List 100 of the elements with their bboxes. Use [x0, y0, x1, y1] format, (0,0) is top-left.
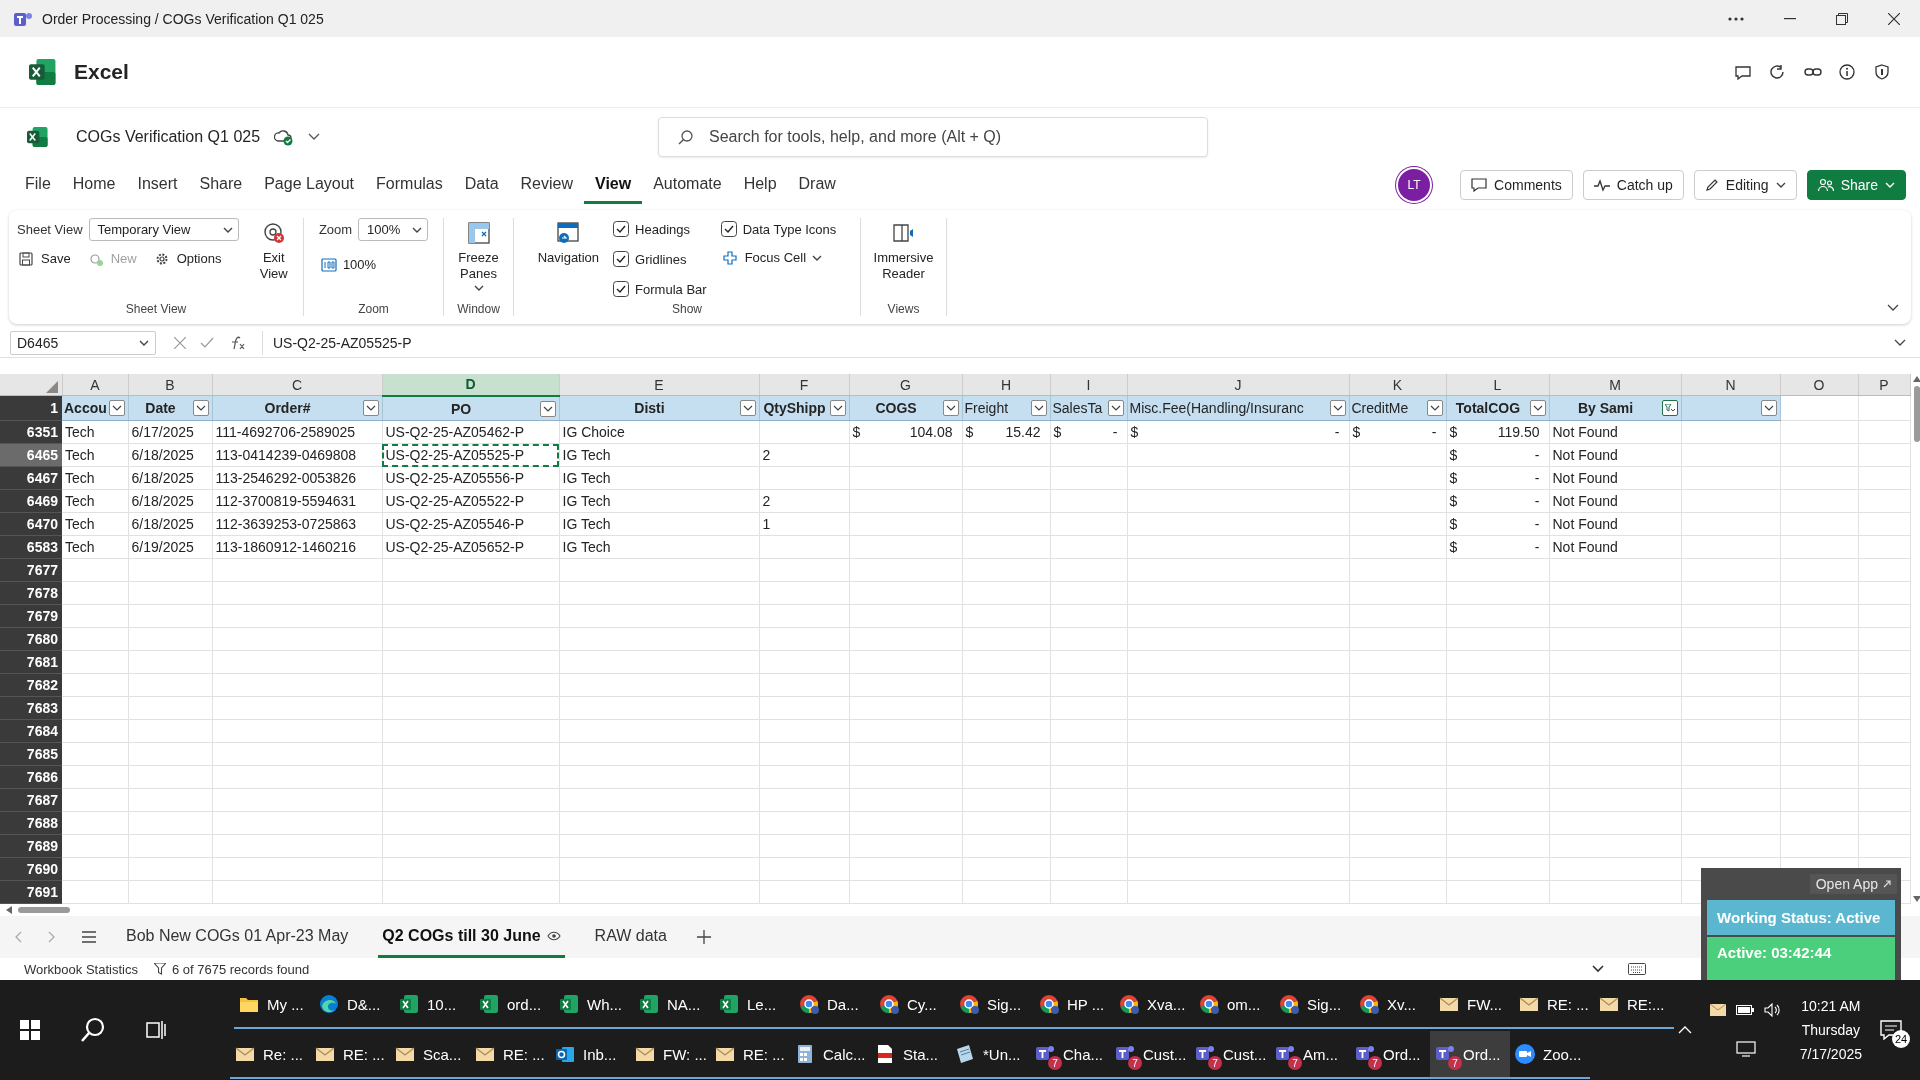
- keyboard-icon[interactable]: [1628, 963, 1646, 975]
- taskbar-item[interactable]: 10...: [394, 981, 474, 1029]
- column-heading[interactable]: C: [212, 374, 382, 396]
- taskbar-item[interactable]: Sta...: [870, 1031, 950, 1079]
- cancel-icon[interactable]: [174, 336, 186, 349]
- column-heading[interactable]: K: [1349, 374, 1446, 396]
- filter-button[interactable]: [1426, 400, 1443, 417]
- formula-field[interactable]: US-Q2-25-AZ05525-P: [263, 334, 1894, 351]
- menu-tab[interactable]: Page Layout: [253, 166, 366, 204]
- taskbar-item[interactable]: Cy...: [874, 981, 954, 1029]
- menu-tab[interactable]: Review: [509, 166, 584, 204]
- filter-button[interactable]: [1760, 400, 1777, 417]
- column-heading[interactable]: P: [1858, 374, 1910, 396]
- menu-tab[interactable]: Insert: [126, 166, 189, 204]
- add-sheet-icon[interactable]: [696, 930, 711, 944]
- confirm-icon[interactable]: [200, 336, 214, 349]
- avatar[interactable]: LT: [1398, 169, 1431, 201]
- info-icon[interactable]: [1839, 64, 1857, 80]
- menu-tab[interactable]: Data: [453, 166, 510, 204]
- sheet-tab[interactable]: Q2 COGs till 30 June: [378, 916, 565, 958]
- taskbar-item[interactable]: HP ...: [1034, 981, 1114, 1029]
- checkbox[interactable]: Headings: [613, 218, 707, 240]
- chat-icon[interactable]: [1734, 64, 1752, 80]
- filter-button[interactable]: [539, 400, 556, 417]
- menu-tab[interactable]: File: [14, 166, 62, 204]
- ribbon-button[interactable]: Save: [17, 249, 73, 268]
- menu-tab[interactable]: View: [584, 166, 643, 204]
- row-number[interactable]: 7678: [0, 581, 62, 605]
- chevron-down-icon[interactable]: [1592, 965, 1604, 973]
- row-number[interactable]: 7682: [0, 673, 62, 697]
- taskbar-item[interactable]: Calc...: [790, 1031, 870, 1079]
- filter-button[interactable]: [362, 400, 379, 417]
- filter-button[interactable]: [1661, 400, 1678, 417]
- row-number[interactable]: 7690: [0, 857, 62, 881]
- row-number[interactable]: 6465: [0, 443, 62, 467]
- row-number[interactable]: 6583: [0, 535, 62, 559]
- column-heading[interactable]: A: [62, 374, 128, 396]
- menu-tab[interactable]: Share: [188, 166, 254, 204]
- ribbon-button[interactable]: Navigation: [537, 218, 600, 267]
- battery-icon[interactable]: [1735, 1005, 1754, 1015]
- row-number[interactable]: 6470: [0, 512, 62, 536]
- ribbon-button[interactable]: Freeze Panes: [452, 218, 505, 291]
- scroll-down-icon[interactable]: [1912, 896, 1920, 902]
- taskbar-item[interactable]: ord...: [474, 981, 554, 1029]
- restore-icon[interactable]: [1836, 12, 1848, 25]
- refresh-icon[interactable]: [1769, 64, 1787, 80]
- scroll-left-icon[interactable]: [6, 906, 12, 914]
- comments-button[interactable]: Comments: [1460, 170, 1573, 200]
- column-heading[interactable]: J: [1127, 374, 1349, 396]
- filter-button[interactable]: [1107, 400, 1124, 417]
- menu-icon[interactable]: [82, 931, 96, 943]
- open-app-button[interactable]: Open App: [1809, 874, 1897, 894]
- row-number[interactable]: 1: [0, 395, 62, 421]
- taskbar-item[interactable]: RE: ...: [1514, 981, 1594, 1029]
- taskbar-item[interactable]: 7 Cust...: [1110, 1031, 1190, 1079]
- column-heading[interactable]: G: [849, 374, 962, 396]
- filter-button[interactable]: [1529, 400, 1546, 417]
- column-heading[interactable]: E: [559, 374, 759, 396]
- row-number[interactable]: 7688: [0, 811, 62, 835]
- volume-icon[interactable]: [1763, 1003, 1782, 1017]
- column-heading[interactable]: N: [1681, 374, 1780, 396]
- filter-button[interactable]: [739, 400, 756, 417]
- taskbar-item[interactable]: FW: ...: [630, 1031, 710, 1079]
- row-number[interactable]: 7691: [0, 880, 62, 904]
- editing-button[interactable]: Editing: [1693, 170, 1797, 200]
- dropdown[interactable]: 100%: [358, 218, 429, 241]
- ribbon-button[interactable]: 100%: [318, 255, 429, 274]
- ribbon-button[interactable]: Immersive Reader: [869, 218, 938, 283]
- column-heading[interactable]: B: [128, 374, 212, 396]
- row-number[interactable]: 7683: [0, 696, 62, 720]
- row-number[interactable]: 7679: [0, 604, 62, 628]
- taskbar-item[interactable]: 7 Ord...: [1430, 1031, 1510, 1079]
- menu-tab[interactable]: Formulas: [365, 166, 454, 204]
- taskbar-item[interactable]: NA...: [634, 981, 714, 1029]
- row-number[interactable]: 7684: [0, 719, 62, 743]
- filter-button[interactable]: [1329, 400, 1346, 417]
- column-heading[interactable]: D: [382, 374, 559, 396]
- row-number[interactable]: 7680: [0, 627, 62, 651]
- taskbar-item[interactable]: 7 Cust...: [1190, 1031, 1270, 1079]
- menu-tab[interactable]: Automate: [642, 166, 733, 204]
- chevron-down-icon[interactable]: [308, 132, 321, 141]
- row-number[interactable]: 6469: [0, 489, 62, 513]
- checkbox[interactable]: Gridlines: [613, 248, 707, 270]
- taskbar-item[interactable]: RE: ...: [310, 1031, 390, 1079]
- scrollbar-thumb[interactable]: [18, 907, 70, 913]
- sheet-tab[interactable]: RAW data: [590, 916, 671, 958]
- column-heading[interactable]: F: [759, 374, 849, 396]
- taskbar-item[interactable]: Xva...: [1114, 981, 1194, 1029]
- filter-button[interactable]: [192, 400, 209, 417]
- menu-tab[interactable]: Draw: [787, 166, 847, 204]
- row-number[interactable]: 6351: [0, 421, 62, 444]
- checkbox[interactable]: Data Type Icons: [720, 218, 837, 240]
- share-button[interactable]: Share: [1806, 170, 1906, 200]
- taskbar-item[interactable]: D&...: [314, 981, 394, 1029]
- taskbar-item[interactable]: *Un...: [950, 1031, 1030, 1079]
- taskbar-item[interactable]: Sig...: [1274, 981, 1354, 1029]
- dropdown[interactable]: Temporary View: [88, 218, 239, 241]
- filter-button[interactable]: [942, 400, 959, 417]
- ribbon-button[interactable]: Exit View: [252, 218, 295, 283]
- expand-icon[interactable]: [1894, 338, 1906, 347]
